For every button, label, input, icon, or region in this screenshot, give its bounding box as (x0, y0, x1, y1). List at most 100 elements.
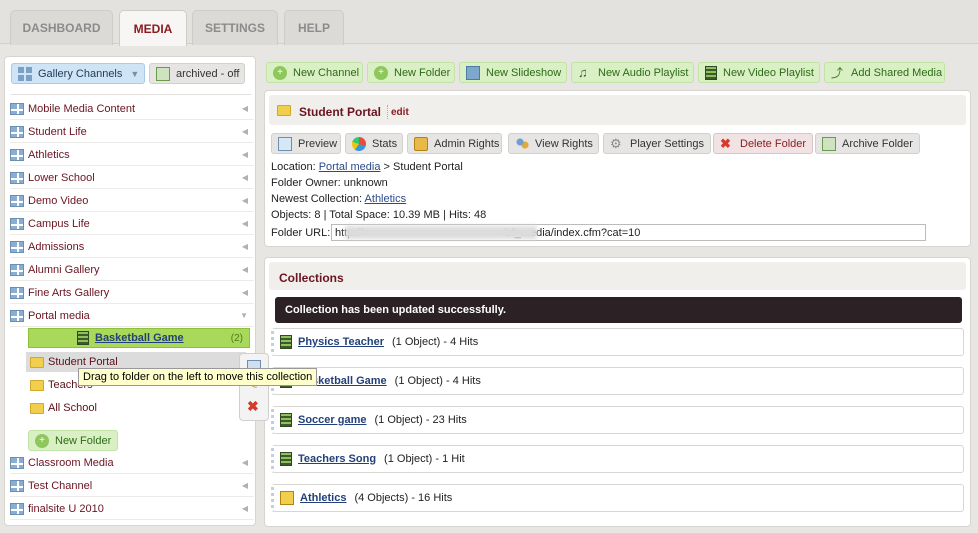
player-settings-button[interactable]: ⚙ Player Settings (603, 133, 711, 154)
drag-tooltip: Drag to folder on the left to move this … (78, 368, 318, 386)
chevron-left-icon[interactable]: ◀ (242, 196, 248, 205)
newest-link[interactable]: Athletics (365, 193, 407, 205)
grid-icon (10, 171, 24, 184)
plus-circle-icon: + (374, 65, 388, 80)
location-current: Student Portal (393, 161, 463, 173)
tab-settings[interactable]: SETTINGS (192, 10, 278, 45)
grid-icon (10, 102, 24, 115)
channel-label: Athletics (28, 148, 70, 161)
chevron-left-icon[interactable]: ◀ (242, 104, 248, 113)
folder-icon (30, 356, 44, 368)
film-icon (280, 452, 292, 466)
film-icon (705, 65, 717, 80)
add-shared-media-button[interactable]: ⤴ Add Shared Media (824, 62, 945, 83)
chevron-left-icon[interactable]: ◀ (242, 265, 248, 274)
chevron-down-icon[interactable]: ▼ (240, 311, 248, 320)
tab-help[interactable]: HELP (284, 10, 344, 45)
folder-label: Student Portal (48, 356, 118, 368)
channel-label: Mobile Media Content (28, 102, 136, 115)
admin-rights-button[interactable]: Admin Rights (407, 133, 502, 154)
channel-item-6[interactable]: Admissions ◀ (10, 236, 254, 258)
channel-label: finalsite U 2010 (28, 502, 104, 515)
new-channel-button[interactable]: + New Channel (266, 62, 363, 83)
chevron-left-icon[interactable]: ◀ (242, 242, 248, 251)
folder-url-label: Folder URL: (271, 227, 331, 239)
archive-folder-button[interactable]: Archive Folder (815, 133, 920, 154)
channel-item-3[interactable]: Lower School ◀ (10, 167, 254, 189)
url-blur (345, 226, 537, 239)
channel-item-5[interactable]: Campus Life ◀ (10, 213, 254, 235)
channel-item-bottom-1[interactable]: Test Channel ◀ (10, 475, 254, 497)
new-slideshow-button[interactable]: New Slideshow (459, 62, 567, 83)
channel-item-8[interactable]: Fine Arts Gallery ◀ (10, 282, 254, 304)
chevron-left-icon[interactable]: ◀ (242, 504, 248, 513)
collection-name[interactable]: Athletics (300, 492, 346, 504)
grid-icon (10, 309, 24, 322)
collection-row[interactable]: Athletics (4 Objects) - 16 Hits (271, 484, 964, 512)
plus-circle-icon: + (273, 65, 287, 80)
grid-icon (10, 479, 24, 492)
channel-item-4[interactable]: Demo Video ◀ (10, 190, 254, 212)
channel-item-2[interactable]: Athletics ◀ (10, 144, 254, 166)
view-rights-button[interactable]: View Rights (508, 133, 599, 154)
delete-folder-button[interactable]: ✖ Delete Folder (713, 133, 813, 154)
film-icon (77, 331, 89, 345)
channel-item-9[interactable]: Portal media ▼ (10, 305, 254, 327)
folder-details-card: Student Portal edit Preview Stats Admin … (264, 90, 971, 247)
folder-icon (30, 402, 44, 414)
new-folder-button[interactable]: + New Folder (367, 62, 455, 83)
collection-row[interactable]: Physics Teacher (1 Object) - 4 Hits (271, 328, 964, 356)
grid-icon (18, 66, 32, 81)
channel-item-7[interactable]: Alumni Gallery ◀ (10, 259, 254, 281)
channel-item-bottom-2[interactable]: finalsite U 2010 ◀ (10, 498, 254, 520)
channel-label: Fine Arts Gallery (28, 286, 110, 299)
left-new-folder-button[interactable]: + New Folder (28, 430, 118, 451)
share-icon: ⤴ (831, 65, 844, 80)
location-label: Location: (271, 161, 316, 173)
channel-label: Portal media (28, 309, 90, 322)
location-link[interactable]: Portal media (319, 161, 381, 173)
delete-x-icon: ✖ (720, 135, 731, 151)
tab-media[interactable]: MEDIA (119, 10, 187, 46)
stats-button[interactable]: Stats (345, 133, 403, 154)
new-video-playlist-button[interactable]: New Video Playlist (698, 62, 820, 83)
chevron-left-icon[interactable]: ◀ (242, 173, 248, 182)
new-audio-playlist-button[interactable]: ♫ New Audio Playlist (571, 62, 694, 83)
collections-card: Collections Collection has been updated … (264, 257, 971, 527)
drag-ghost-count: (2) (230, 332, 243, 344)
preview-button[interactable]: Preview (271, 133, 341, 154)
chevron-left-icon[interactable]: ◀ (242, 150, 248, 159)
channel-item-0[interactable]: Mobile Media Content ◀ (10, 98, 254, 120)
music-note-icon: ♫ (578, 64, 588, 80)
chevron-left-icon[interactable]: ◀ (242, 458, 248, 467)
edit-folder-link[interactable]: edit (391, 107, 409, 118)
drag-ghost-label: Basketball Game (95, 332, 184, 344)
channel-item-bottom-0[interactable]: Classroom Media ◀ (10, 452, 254, 474)
grid-icon (10, 502, 24, 515)
channel-label: Campus Life (28, 217, 90, 230)
folder-item-3[interactable]: All School (26, 398, 246, 418)
archived-toggle[interactable]: archived - off (149, 63, 245, 84)
collection-row[interactable]: Basketball Game (1 Object) - 4 Hits (271, 367, 964, 395)
collection-name[interactable]: Soccer game (298, 414, 366, 426)
stack-icon (280, 491, 294, 505)
chevron-left-icon[interactable]: ◀ (242, 127, 248, 136)
new-video-playlist-label: New Video Playlist (723, 66, 814, 79)
collection-row[interactable]: Teachers Song (1 Object) - 1 Hit (271, 445, 964, 473)
left-new-folder-label: New Folder (55, 434, 112, 447)
chevron-left-icon[interactable]: ◀ (242, 481, 248, 490)
arrow-box-icon (156, 66, 170, 81)
delete-x-icon[interactable]: ✖ (247, 398, 259, 415)
collection-name[interactable]: Physics Teacher (298, 336, 384, 348)
channel-item-1[interactable]: Student Life ◀ (10, 121, 254, 143)
collection-action-popup: ✎ ✖ (239, 353, 269, 421)
chevron-left-icon[interactable]: ◀ (242, 288, 248, 297)
chevron-left-icon[interactable]: ◀ (242, 219, 248, 228)
tab-dashboard[interactable]: DASHBOARD (10, 10, 113, 45)
collection-name[interactable]: Teachers Song (298, 453, 376, 465)
collection-meta: (1 Object) - 1 Hit (384, 453, 465, 465)
collection-row[interactable]: Soccer game (1 Object) - 23 Hits (271, 406, 964, 434)
pie-chart-icon (352, 136, 366, 151)
gallery-channels-dropdown[interactable]: Gallery Channels ▼ (11, 63, 145, 84)
collection-meta: (1 Object) - 4 Hits (394, 375, 481, 387)
